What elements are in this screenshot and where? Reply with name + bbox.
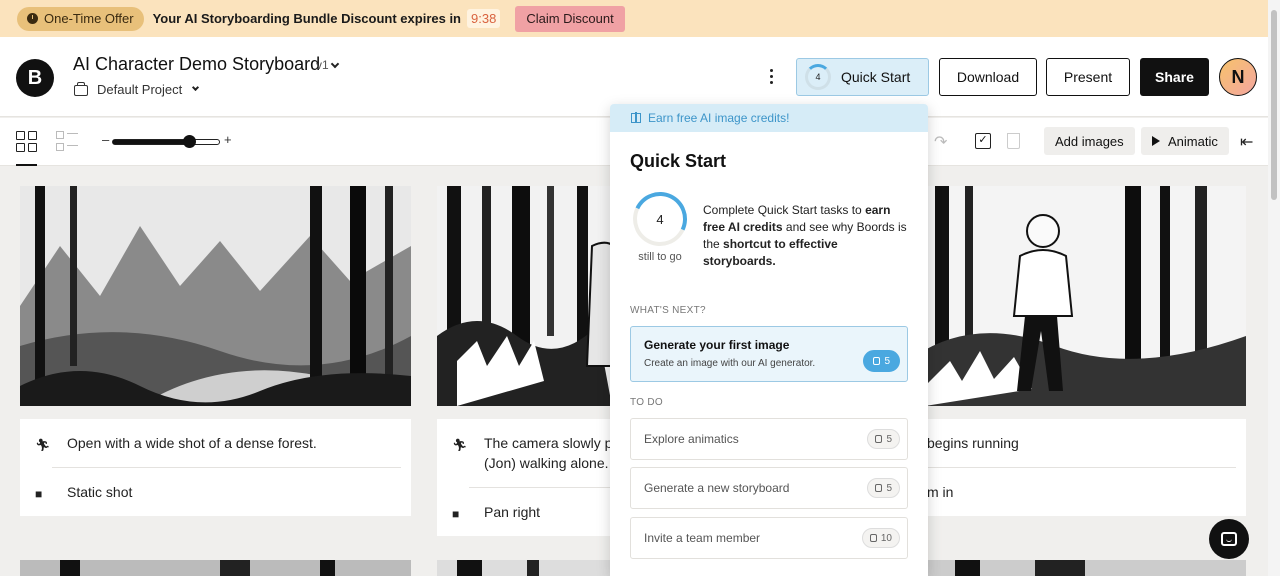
frame-image[interactable] — [20, 186, 411, 406]
quick-start-popover: Earn free AI image credits! Quick Start … — [610, 104, 928, 576]
camera-text[interactable]: Pan right — [484, 504, 540, 520]
camera-text[interactable]: Static shot — [67, 484, 132, 500]
task-title: Generate your first image — [644, 338, 790, 352]
quick-start-label: Quick Start — [841, 69, 911, 85]
coin-icon — [875, 435, 883, 443]
camera-icon: ■ — [35, 487, 43, 501]
whats-next-heading: WHAT'S NEXT? — [630, 305, 706, 316]
clock-icon — [27, 13, 38, 24]
animatic-button[interactable]: Animatic — [1141, 127, 1229, 155]
task-title: Generate a new storyboard — [644, 481, 790, 495]
task-title: Explore animatics — [644, 432, 739, 446]
action-text[interactable]: begins running — [927, 435, 1019, 451]
storyboard-title[interactable]: AI Character Demo Storyboard — [73, 54, 320, 75]
zoom-slider[interactable] — [112, 135, 220, 148]
earn-credits-banner[interactable]: Earn free AI image credits! — [610, 104, 928, 132]
page-scrollbar[interactable] — [1268, 0, 1280, 576]
collapse-panel-icon[interactable]: ⇤ — [1240, 132, 1253, 152]
add-images-button[interactable]: Add images — [1044, 127, 1135, 155]
zoom-out-icon[interactable]: – — [102, 132, 109, 147]
chevron-down-icon[interactable] — [191, 83, 200, 92]
coin-icon — [875, 484, 883, 492]
action-text[interactable]: The camera slowly pa — [484, 435, 620, 451]
scrollbar-thumb[interactable] — [1271, 10, 1277, 200]
chat-icon — [1221, 532, 1237, 546]
download-button[interactable]: Download — [939, 58, 1037, 96]
task-explore-animatics[interactable]: Explore animatics 5 — [630, 418, 908, 460]
popover-title: Quick Start — [630, 151, 727, 171]
zoom-handle[interactable] — [182, 135, 196, 148]
remaining-count: 4 — [656, 211, 664, 227]
chevron-down-icon[interactable] — [330, 59, 340, 69]
action-text-line2[interactable]: (Jon) walking alone. — [484, 455, 609, 471]
quick-start-description: Complete Quick Start tasks to earn free … — [703, 203, 907, 268]
task-generate-new-storyboard[interactable]: Generate a new storyboard 5 — [630, 467, 908, 509]
share-button[interactable]: Share — [1140, 58, 1209, 96]
boords-logo[interactable]: B — [16, 59, 54, 97]
credit-badge: 5 — [867, 429, 900, 449]
redo-icon[interactable]: ↷ — [934, 132, 947, 152]
folder-icon — [74, 82, 88, 96]
board-card[interactable]: 🏃︎ Open with a wide shot of a dense fore… — [20, 419, 411, 516]
offer-badge: One-Time Offer — [17, 6, 144, 31]
credit-badge: 10 — [861, 528, 900, 548]
running-figure-icon: 🏃︎ — [452, 438, 468, 452]
grid-view-icon[interactable] — [16, 131, 37, 152]
trash-icon[interactable] — [1007, 133, 1020, 149]
banner-message: Your AI Storyboarding Bundle Discount ex… — [152, 11, 461, 26]
more-options-icon[interactable] — [770, 69, 774, 85]
coin-icon — [869, 534, 877, 542]
gift-icon — [631, 112, 641, 123]
claim-discount-button[interactable]: Claim Discount — [515, 5, 625, 32]
quick-start-button[interactable]: 4 Quick Start — [796, 58, 929, 96]
play-icon — [1152, 136, 1160, 146]
support-chat-button[interactable] — [1209, 519, 1249, 559]
list-view-icon[interactable] — [56, 131, 78, 152]
earn-credits-label: Earn free AI image credits! — [648, 111, 790, 125]
animatic-label: Animatic — [1168, 133, 1218, 149]
select-all-icon[interactable]: ✓ — [975, 133, 991, 149]
task-generate-first-image[interactable]: Generate your first image Create an imag… — [630, 326, 908, 382]
camera-row[interactable]: ■ Static shot — [20, 468, 411, 516]
zoom-in-icon[interactable]: + — [224, 132, 232, 147]
countdown-timer: 9:38 — [467, 9, 501, 28]
progress-ring-icon: 4 — [805, 64, 831, 90]
camera-text[interactable]: m in — [927, 484, 953, 500]
task-subtitle: Create an image with our AI generator. — [644, 358, 816, 369]
credit-badge: 5 — [863, 350, 900, 372]
camera-icon: ■ — [452, 507, 460, 521]
coin-icon — [873, 357, 881, 365]
zoom-fill — [113, 140, 189, 144]
credit-badge: 5 — [867, 478, 900, 498]
offer-label: One-Time Offer — [44, 11, 134, 26]
still-to-go-label: still to go — [638, 251, 682, 263]
discount-banner: One-Time Offer Your AI Storyboarding Bun… — [0, 0, 1268, 37]
todo-heading: TO DO — [630, 397, 663, 408]
frame-image[interactable] — [20, 560, 411, 576]
running-figure-icon: 🏃︎ — [35, 438, 51, 452]
avatar[interactable]: N — [1219, 58, 1257, 96]
present-button[interactable]: Present — [1046, 58, 1130, 96]
task-invite-team-member[interactable]: Invite a team member 10 — [630, 517, 908, 559]
action-text[interactable]: Open with a wide shot of a dense forest. — [67, 435, 317, 451]
action-row[interactable]: 🏃︎ Open with a wide shot of a dense fore… — [20, 419, 411, 467]
task-title: Invite a team member — [644, 531, 761, 545]
version-label[interactable]: v1 — [316, 58, 329, 72]
project-selector[interactable]: Default Project — [97, 82, 182, 97]
